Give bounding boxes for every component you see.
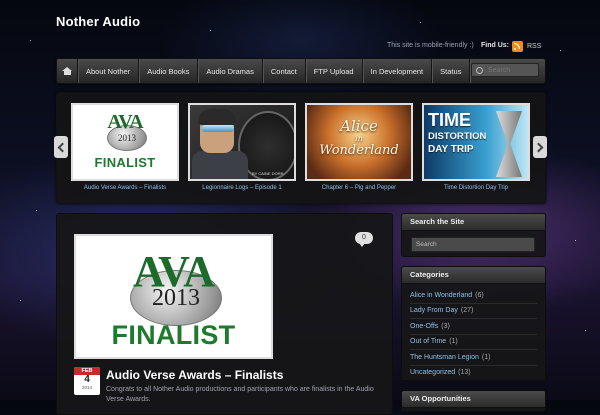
slide-image[interactable]: 2013 AVA FINALIST <box>71 103 179 181</box>
category-item: Out of Time (1) <box>410 335 537 350</box>
alice-title-line1: Alice <box>340 117 378 135</box>
post-title[interactable]: Audio Verse Awards – Finalists <box>106 368 283 382</box>
category-link[interactable]: Lady From Day <box>410 307 458 314</box>
site-title[interactable]: Nother Audio <box>56 14 140 29</box>
category-link[interactable]: The Huntsman Legion <box>410 354 479 361</box>
category-item: The Huntsman Legion (1) <box>410 350 537 366</box>
nav-item-in-development[interactable]: In Development <box>363 59 433 83</box>
nav-item-status[interactable]: Status <box>432 59 471 83</box>
main-nav: About Nother Audio Books Audio Dramas Co… <box>56 58 546 84</box>
category-item: Lady From Day (27) <box>410 304 537 319</box>
ava-letters: AVA <box>107 111 143 133</box>
ava-finalist-word: FINALIST <box>94 155 156 170</box>
rss-link[interactable]: RSS <box>512 41 541 52</box>
widget-title: Search the Site <box>402 214 545 231</box>
comment-count-bubble[interactable]: 0 <box>355 232 373 247</box>
category-link[interactable]: Out of Time <box>410 338 446 345</box>
alice-title-line2: in <box>355 134 363 143</box>
slide-caption[interactable]: Audio Verse Awards – Finalists <box>71 185 179 191</box>
sidebar-search-input[interactable]: Search <box>411 237 535 252</box>
category-link[interactable]: One-Offs <box>410 323 438 330</box>
ava-finalist-word: FINALIST <box>111 320 236 350</box>
category-link[interactable]: Alice in Wonderland <box>410 292 472 299</box>
category-count: (27) <box>460 307 474 315</box>
slide-image[interactable]: TIME DISTORTION DAY TRIP <box>422 103 530 181</box>
nav-item-audio-dramas[interactable]: Audio Dramas <box>198 59 263 83</box>
post-featured-image[interactable]: 2013 AVA FINALIST <box>74 234 273 359</box>
date-day: 4 <box>84 374 90 385</box>
nav-item-audio-books[interactable]: Audio Books <box>139 59 199 83</box>
chevron-right-icon <box>533 142 544 152</box>
slide-art-credit: BY CAINE DORR <box>252 171 284 176</box>
slide-caption[interactable]: Legionnaire Logs – Episode 1 <box>188 185 296 191</box>
slide-image[interactable]: BY CAINE DORR <box>188 103 296 181</box>
category-count: (6) <box>475 291 484 299</box>
slide-ava-finalists[interactable]: 2013 AVA FINALIST Audio Verse Awards – F… <box>71 103 179 191</box>
nav-item-about[interactable]: About Nother <box>78 59 140 83</box>
post-date-badge: FEB 4 2014 <box>74 367 100 395</box>
slider-prev-button[interactable] <box>54 136 68 158</box>
widget-title: Categories <box>402 267 545 284</box>
category-count: (1) <box>449 338 458 346</box>
mobile-friendly-note: This site is mobile-friendly :) <box>387 42 474 49</box>
category-count: (3) <box>441 322 450 330</box>
slide-alice-chapter-6[interactable]: Alice in Wonderland Chapter 6 – Pig and … <box>305 103 413 191</box>
slide-time-distortion[interactable]: TIME DISTORTION DAY TRIP Time Distortion… <box>422 103 530 191</box>
search-icon <box>476 67 483 74</box>
slide-caption[interactable]: Time Distortion Day Trip <box>422 185 530 191</box>
find-us-label: Find Us: <box>481 42 509 49</box>
slide-image[interactable]: Alice in Wonderland <box>305 103 413 181</box>
categories-widget: Categories Alice in Wonderland (6) Lady F… <box>401 266 546 381</box>
slider-next-button[interactable] <box>533 136 547 158</box>
alice-title-line3: Wonderland <box>319 143 399 158</box>
time-title-line1: TIME <box>428 110 471 130</box>
slide-legionnaire-logs[interactable]: BY CAINE DORR Legionnaire Logs – Episode… <box>188 103 296 191</box>
post-excerpt: Congrats to all Nother Audio productions… <box>106 386 374 403</box>
category-link[interactable]: Uncategorized <box>410 369 455 376</box>
home-icon <box>62 67 72 75</box>
rss-label: RSS <box>527 43 542 50</box>
va-opportunities-widget: VA Opportunities <box>401 390 546 412</box>
time-title-line2: DISTORTION <box>428 131 487 142</box>
nav-item-ftp-upload[interactable]: FTP Upload <box>306 59 363 83</box>
nav-item-contact[interactable]: Contact <box>263 59 306 83</box>
ava-year: 2013 <box>118 133 136 143</box>
slide-caption[interactable]: Chapter 6 – Pig and Pepper <box>305 185 413 191</box>
category-item: Uncategorized (13) <box>410 366 537 381</box>
ava-letters: AVA <box>133 247 215 296</box>
time-title-line3: DAY TRIP <box>428 144 474 155</box>
chevron-left-icon <box>57 142 68 152</box>
nav-home-button[interactable] <box>57 59 78 83</box>
date-year: 2014 <box>81 385 92 390</box>
category-count: (13) <box>458 369 471 377</box>
search-widget: Search the Site Search <box>401 213 546 257</box>
rss-icon <box>512 41 523 52</box>
category-item: One-Offs (3) <box>410 319 537 335</box>
category-item: Alice in Wonderland (6) <box>410 288 537 304</box>
category-count: (1) <box>481 353 491 361</box>
